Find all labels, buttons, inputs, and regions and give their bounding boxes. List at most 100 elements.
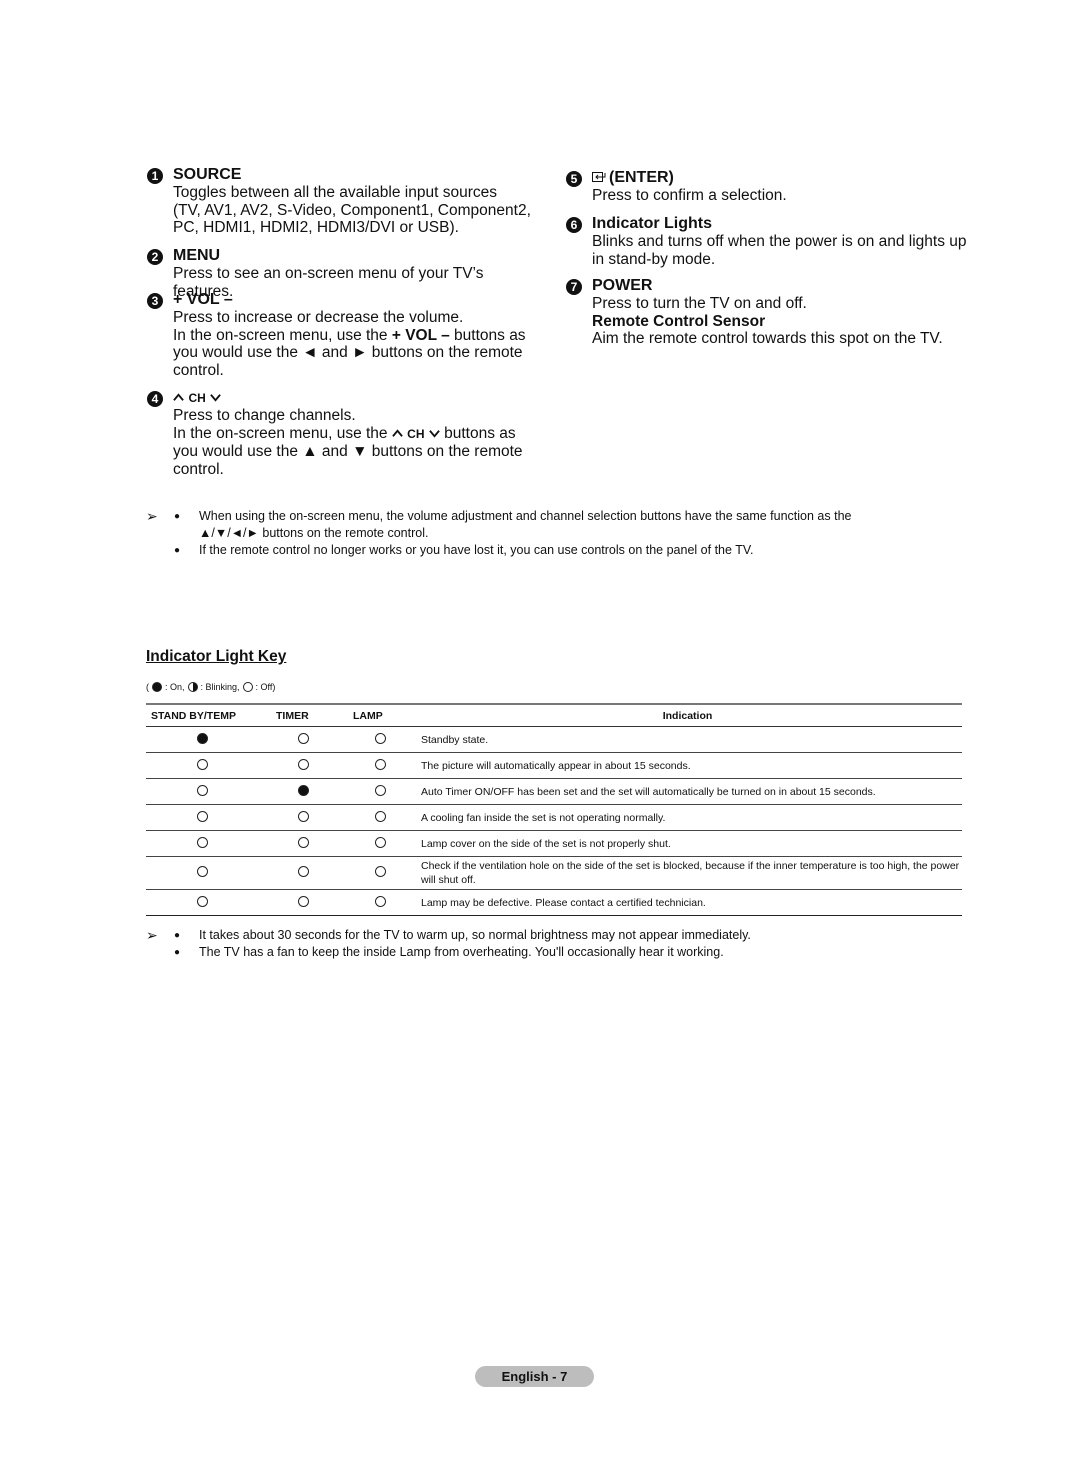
control-desc-line: Press to turn the TV on and off. [592, 295, 807, 312]
light-blinking-icon [297, 810, 309, 822]
light-on-icon [152, 682, 162, 692]
light-on-icon [196, 732, 208, 744]
text: buttons on the remote [367, 344, 523, 361]
control-title: + VOL – [173, 291, 233, 308]
note-item: When using the on-screen menu, the volum… [199, 509, 852, 523]
light-off-icon [242, 682, 253, 692]
table-row: A cooling fan inside the set is not oper… [146, 804, 962, 831]
light-blinking-icon [187, 682, 198, 692]
legend-blinking-label: : Blinking, [200, 682, 240, 692]
cell-standby [146, 804, 258, 831]
light-blinking-icon [375, 895, 386, 907]
text: buttons on the remote [367, 443, 523, 460]
light-blinking-icon [196, 895, 208, 907]
light-off-icon [196, 758, 208, 770]
control-title: Indicator Lights [592, 215, 712, 232]
light-off-icon [375, 866, 386, 877]
control-desc-line: In the on-screen menu, use the + VOL – b… [147, 327, 547, 345]
table-header-row: STAND BY/TEMP TIMER LAMP Indication [146, 703, 962, 727]
control-power: 7 POWER Press to turn the TV on and off.… [566, 277, 976, 348]
ch-label: CH [407, 426, 425, 441]
control-title: CH [147, 389, 547, 407]
control-indicator-lights: 6 Indicator Lights Blinks and turns off … [566, 215, 976, 268]
control-volume: 3 + VOL – Press to increase or decrease … [147, 291, 547, 379]
right-arrow-icon: ► [352, 344, 368, 361]
control-source: 1 SOURCE Toggles between all the availab… [147, 166, 547, 237]
control-desc-line: Press to increase or decrease the volume… [173, 309, 464, 326]
notes-bottom: ➢ ● It takes about 30 seconds for the TV… [146, 927, 946, 961]
light-off-icon [297, 732, 309, 744]
cell-indication: Lamp may be defective. Please contact a … [413, 889, 962, 916]
number-badge: 7 [566, 279, 582, 295]
enter-icon [592, 170, 606, 182]
col-header-indication: Indication [413, 703, 962, 727]
vol-label: + VOL – [391, 326, 450, 344]
ch-label: CH [188, 391, 206, 405]
cell-standby [146, 778, 258, 805]
control-desc-line: control. [173, 361, 224, 379]
page-number: English - 7 [475, 1366, 594, 1387]
indicator-table: STAND BY/TEMP TIMER LAMP Indication Stan… [146, 703, 962, 916]
table-row: Auto Timer ON/OFF has been set and the s… [146, 778, 962, 805]
cell-lamp [348, 830, 413, 857]
chevron-down-icon [210, 392, 222, 403]
light-blinking-icon [196, 836, 208, 848]
light-blinking-icon [196, 866, 208, 877]
cell-standby [146, 726, 258, 753]
number-badge: 1 [147, 168, 163, 184]
bullet-icon: ● [174, 947, 181, 958]
cell-timer [258, 889, 348, 916]
control-desc-line: In the on-screen menu, use the CH button… [147, 425, 547, 444]
cell-timer [258, 804, 348, 831]
cell-lamp [348, 804, 413, 831]
arrow-icon: ➢ [146, 508, 158, 524]
control-desc-line: in stand-by mode. [592, 250, 716, 268]
cell-indication: A cooling fan inside the set is not oper… [413, 804, 962, 831]
cell-standby [146, 856, 258, 890]
light-blinking-icon [375, 784, 386, 796]
cell-timer [258, 856, 348, 890]
light-off-icon [375, 810, 386, 822]
cell-standby [146, 830, 258, 857]
control-desc-line: you would use the ◄ and ► buttons on the… [147, 344, 547, 362]
control-desc-line: Toggles between all the available input … [173, 184, 497, 201]
cell-standby [146, 752, 258, 779]
table-row: Check if the ventilation hole on the sid… [146, 856, 962, 890]
table-row: Standby state. [146, 726, 962, 753]
cell-lamp [348, 752, 413, 779]
legend-on-label: : On, [165, 682, 185, 692]
cell-indication: Auto Timer ON/OFF has been set and the s… [413, 778, 962, 805]
text: and [317, 344, 353, 361]
legend-off-label: : Off) [255, 682, 276, 692]
text: and [317, 443, 353, 460]
control-desc-line: PC, HDMI1, HDMI2, HDMI3/DVI or USB). [173, 219, 459, 236]
cell-lamp [348, 889, 413, 916]
light-off-icon [297, 758, 309, 770]
control-channel: 4 CH Press to change channels. In the on… [147, 389, 547, 478]
left-arrow-icon: ◄ [302, 344, 318, 361]
bullet-icon: ● [174, 930, 181, 941]
number-badge: 5 [566, 171, 582, 187]
control-desc-line: you would use the ▲ and ▼ buttons on the… [147, 443, 547, 461]
arrow-icon: ➢ [146, 927, 158, 943]
notes-top: ➢ ● When using the on-screen menu, the v… [146, 508, 946, 559]
chevron-up-icon [173, 392, 184, 403]
chevron-up-icon [392, 428, 403, 439]
cell-lamp [348, 726, 413, 753]
cell-lamp [348, 778, 413, 805]
number-badge: 2 [147, 249, 163, 265]
table-row: The picture will automatically appear in… [146, 752, 962, 779]
light-blinking-icon [297, 895, 309, 907]
control-enter: 5 (ENTER) Press to confirm a selection. [566, 169, 976, 205]
cell-timer [258, 830, 348, 857]
section-title: Indicator Light Key [146, 648, 287, 665]
cell-indication: The picture will automatically appear in… [413, 752, 962, 779]
legend: ( : On, : Blinking, : Off) [146, 682, 275, 692]
text: you would use the [173, 344, 303, 361]
control-desc-line: Press to change channels. [173, 407, 356, 424]
col-header-lamp: LAMP [348, 703, 413, 727]
cell-timer [258, 726, 348, 753]
control-subtitle: Remote Control Sensor [592, 312, 766, 330]
col-header-timer: TIMER [258, 703, 348, 727]
text: buttons as [449, 326, 526, 344]
